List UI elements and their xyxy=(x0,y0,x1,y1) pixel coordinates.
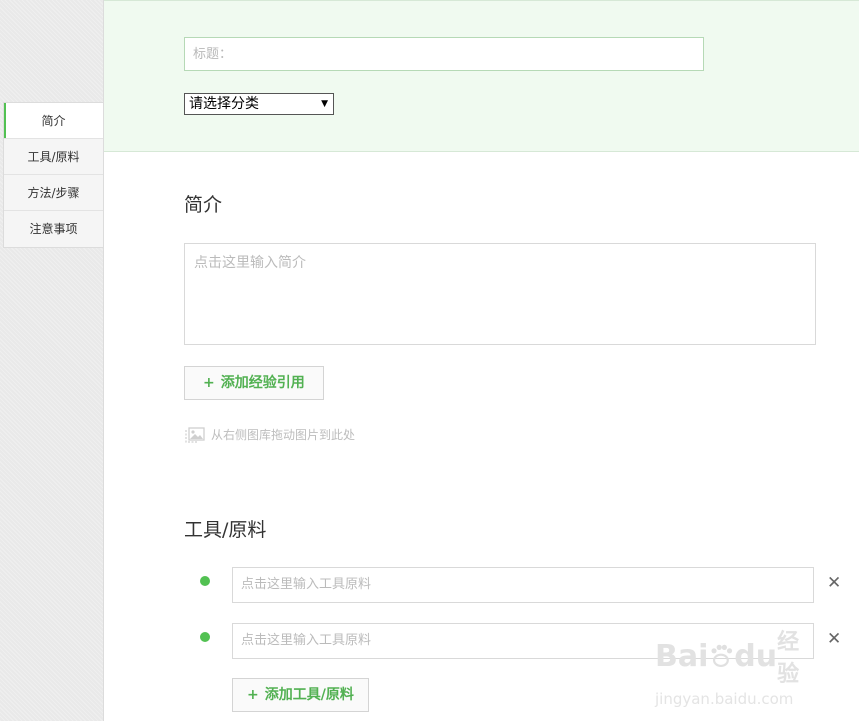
sidebar-item-steps[interactable]: 方法/步骤 xyxy=(4,175,103,211)
tools-heading: 工具/原料 xyxy=(184,519,267,541)
sidebar-item-tools[interactable]: 工具/原料 xyxy=(4,139,103,175)
sidebar-nav: 简介 工具/原料 方法/步骤 注意事项 xyxy=(3,102,103,248)
intro-textarea[interactable]: 点击这里输入简介 xyxy=(184,243,816,345)
plus-icon: + xyxy=(203,375,215,391)
editor-main: 请选择分类 ▼ 简介 点击这里输入简介 + 添加经验引用 从右侧图库拖动图片到此处… xyxy=(103,0,859,721)
image-icon xyxy=(185,426,205,443)
drag-hint-text: 从右侧图库拖动图片到此处 xyxy=(211,428,356,442)
tool-item-input[interactable]: 点击这里输入工具原料 xyxy=(232,623,814,659)
bullet-dot-icon xyxy=(200,576,210,586)
close-icon[interactable]: ✕ xyxy=(827,573,841,593)
tool-item-input[interactable]: 点击这里输入工具原料 xyxy=(232,567,814,603)
category-selected-value: 请选择分类 xyxy=(189,96,259,112)
plus-icon: + xyxy=(247,687,259,703)
image-drop-hint: 从右侧图库拖动图片到此处 xyxy=(184,426,355,443)
add-reference-label: 添加经验引用 xyxy=(220,375,305,391)
title-input[interactable] xyxy=(184,37,704,71)
tool-item-placeholder: 点击这里输入工具原料 xyxy=(241,577,372,592)
tool-item-row: 点击这里输入工具原料 ✕ xyxy=(184,567,859,603)
add-reference-button[interactable]: + 添加经验引用 xyxy=(184,366,324,400)
intro-placeholder: 点击这里输入简介 xyxy=(194,255,306,271)
header-panel: 请选择分类 ▼ xyxy=(104,0,859,152)
intro-heading: 简介 xyxy=(184,194,223,216)
add-tool-button[interactable]: + 添加工具/原料 xyxy=(232,678,369,712)
sidebar-item-notes[interactable]: 注意事项 xyxy=(4,211,103,247)
tool-item-row: 点击这里输入工具原料 ✕ xyxy=(184,623,859,659)
add-tool-label: 添加工具/原料 xyxy=(264,687,354,703)
close-icon[interactable]: ✕ xyxy=(827,629,841,649)
category-select[interactable]: 请选择分类 ▼ xyxy=(184,93,334,115)
tool-item-placeholder: 点击这里输入工具原料 xyxy=(241,633,372,648)
dropdown-arrow-icon: ▼ xyxy=(321,99,328,109)
bullet-dot-icon xyxy=(200,632,210,642)
sidebar-item-intro[interactable]: 简介 xyxy=(4,103,103,139)
